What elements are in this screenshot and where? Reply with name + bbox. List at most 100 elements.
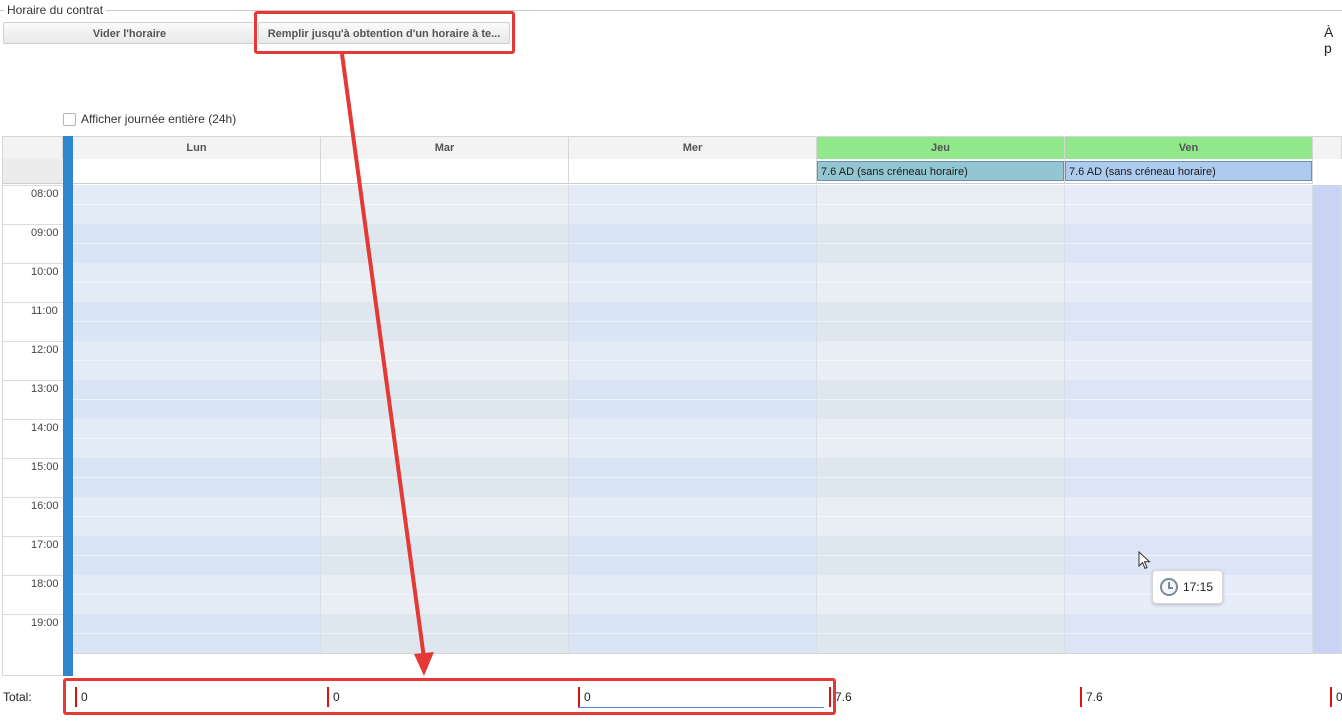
time-slot[interactable] [73,380,320,419]
top-right-label: À p [1324,24,1334,56]
time-tooltip: 17:15 [1152,570,1223,604]
time-slot[interactable] [817,341,1064,380]
total-field-ven[interactable]: 7.6 [1080,686,1326,708]
time-slot[interactable] [73,341,320,380]
day-column-mer[interactable] [569,185,817,653]
total-field-lun[interactable]: 0 [75,686,323,708]
time-slot[interactable] [73,575,320,614]
clear-schedule-button[interactable]: Vider l'horaire [3,22,256,44]
time-divider [3,419,63,420]
allday-cell-lun[interactable] [73,159,321,184]
time-slot[interactable] [817,263,1064,302]
time-slot[interactable] [817,302,1064,341]
time-slot[interactable] [1065,224,1312,263]
time-slot[interactable] [569,614,816,653]
time-slot[interactable] [817,614,1064,653]
time-slot[interactable] [1065,458,1312,497]
time-divider [3,341,63,342]
show-full-day-option[interactable]: Afficher journée entière (24h) [63,112,236,126]
fill-schedule-button[interactable]: Remplir jusqu'à obtention d'un horaire à… [258,22,510,44]
time-slot[interactable] [73,614,320,653]
time-slot[interactable] [321,341,568,380]
time-slot[interactable] [73,302,320,341]
day-header-lun[interactable]: Lun [73,137,321,159]
day-column-lun[interactable] [73,185,321,653]
day-header-ven[interactable]: Ven [1065,137,1313,159]
time-slot[interactable] [817,575,1064,614]
day-column-jeu[interactable] [817,185,1065,653]
total-field-jeu[interactable]: 7.6 [829,686,1075,708]
total-field-sam[interactable]: 0 [1330,686,1342,708]
time-slot[interactable] [1065,497,1312,536]
time-slot[interactable] [569,263,816,302]
time-slot[interactable] [817,185,1064,224]
time-slot[interactable] [1065,419,1312,458]
time-slot[interactable] [569,185,816,224]
time-slot[interactable] [73,497,320,536]
time-label: 17:00 [31,539,59,551]
time-slot[interactable] [321,380,568,419]
time-slot[interactable] [1065,614,1312,653]
show-full-day-label: Afficher journée entière (24h) [81,112,237,126]
time-slot[interactable] [817,536,1064,575]
time-slot[interactable] [73,185,320,224]
clock-icon [1160,578,1178,596]
time-slot[interactable] [569,536,816,575]
day-column-partial[interactable] [1313,185,1342,653]
time-slot[interactable] [1065,302,1312,341]
time-slot[interactable] [73,536,320,575]
allday-cell-mar[interactable] [321,159,569,184]
time-slot[interactable] [817,224,1064,263]
time-slot[interactable] [321,575,568,614]
time-slot[interactable] [569,341,816,380]
time-slot[interactable] [321,497,568,536]
time-slot[interactable] [569,380,816,419]
day-header-partial[interactable] [1313,137,1342,159]
total-field-mar[interactable]: 0 [327,686,575,708]
time-slot[interactable] [1065,185,1312,224]
time-divider [3,575,63,576]
allday-cell-mer[interactable] [569,159,817,184]
time-slot[interactable] [321,224,568,263]
total-field-mer[interactable]: 0 [578,686,824,708]
time-slot[interactable] [569,458,816,497]
time-slot[interactable] [321,185,568,224]
time-slot[interactable] [321,263,568,302]
time-slot[interactable] [73,419,320,458]
time-slot[interactable] [73,224,320,263]
time-slot[interactable] [321,458,568,497]
time-slot[interactable] [817,380,1064,419]
time-slot[interactable] [569,224,816,263]
time-slot[interactable] [1065,341,1312,380]
time-slot[interactable] [73,263,320,302]
time-slot[interactable] [321,614,568,653]
time-slot[interactable] [817,458,1064,497]
day-header-mer[interactable]: Mer [569,137,817,159]
time-label: 09:00 [31,227,59,239]
day-header-mar[interactable]: Mar [321,137,569,159]
time-slot[interactable] [569,497,816,536]
day-header-jeu[interactable]: Jeu [817,137,1065,159]
time-slot[interactable] [1065,380,1312,419]
time-gutter-header [3,137,63,159]
show-full-day-checkbox[interactable] [63,112,76,126]
time-slot[interactable] [321,536,568,575]
time-slot[interactable] [817,419,1064,458]
day-column-mar[interactable] [321,185,569,653]
time-divider [3,614,63,615]
time-divider [3,185,63,186]
time-slot[interactable] [817,497,1064,536]
time-divider [3,302,63,303]
time-divider [3,263,63,264]
event-ven[interactable]: 7.6 AD (sans créneau horaire) [1065,161,1312,181]
time-slot[interactable] [73,458,320,497]
time-slot[interactable] [569,419,816,458]
time-slot[interactable] [321,419,568,458]
time-slot[interactable] [569,302,816,341]
time-label: 15:00 [31,461,59,473]
time-slot[interactable] [569,575,816,614]
calendar-bottom-gap [73,653,1342,677]
time-slot[interactable] [1065,263,1312,302]
event-jeu[interactable]: 7.6 AD (sans créneau horaire) [817,161,1064,181]
time-slot[interactable] [321,302,568,341]
